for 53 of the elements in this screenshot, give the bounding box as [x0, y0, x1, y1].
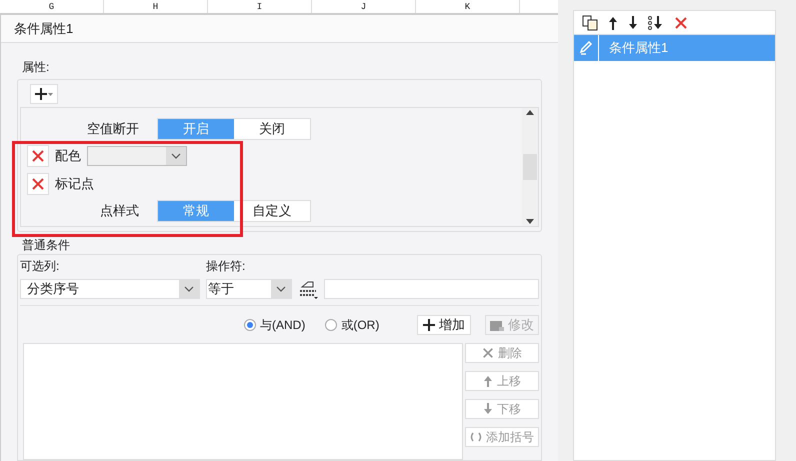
- dialog-title: 条件属性1: [14, 20, 74, 38]
- column-header: G: [0, 0, 104, 13]
- operator-dropdown[interactable]: 等于: [206, 279, 292, 299]
- column-header: H: [104, 0, 208, 13]
- close-icon: [674, 16, 688, 30]
- chevron-down-icon: [276, 286, 286, 292]
- brackets-icon: [470, 432, 482, 442]
- property-label: 标记点: [55, 175, 94, 194]
- scrollbar-thumb[interactable]: [523, 154, 537, 180]
- plus-icon: [423, 319, 435, 331]
- scroll-down-icon[interactable]: [526, 219, 534, 224]
- column-header: K: [416, 0, 520, 13]
- color-dropdown[interactable]: [87, 146, 187, 166]
- add-button[interactable]: [30, 84, 58, 104]
- logic-radio[interactable]: 与(AND): [244, 316, 306, 334]
- remove-button[interactable]: [27, 173, 49, 195]
- column-dropdown[interactable]: 分类序号: [20, 279, 200, 299]
- text-format-icon[interactable]: [298, 279, 318, 299]
- move-bottom-icon[interactable]: [648, 16, 664, 30]
- column-header: J: [312, 0, 416, 13]
- chevron-down-icon: [171, 153, 181, 159]
- close-icon: [31, 149, 45, 163]
- close-icon: [482, 347, 494, 359]
- toggle-option[interactable]: 常规: [158, 201, 234, 221]
- column-header: I: [208, 0, 312, 13]
- remove-button[interactable]: [27, 145, 49, 167]
- property-label: 配色: [55, 147, 81, 166]
- arrow-down-icon[interactable]: [628, 16, 638, 30]
- logic-radio[interactable]: 或(OR): [325, 316, 380, 334]
- toggle-option[interactable]: 自定义: [234, 201, 310, 221]
- list-item[interactable]: 条件属性1: [574, 35, 775, 61]
- arrow-up-icon[interactable]: [608, 16, 618, 30]
- value-input[interactable]: [324, 279, 539, 299]
- copy-icon[interactable]: [582, 14, 598, 30]
- section-legend: 属性:: [22, 60, 50, 74]
- plus-icon: [35, 88, 47, 100]
- scroll-up-icon[interactable]: [526, 110, 534, 115]
- toggle-option[interactable]: 关闭: [234, 119, 310, 139]
- arrow-down-icon: [483, 403, 493, 415]
- pencil-icon: [579, 41, 593, 55]
- list-item-label: 条件属性1: [609, 39, 668, 58]
- property-label: 空值断开: [86, 120, 140, 138]
- field-label: 可选列:: [20, 258, 60, 275]
- toggle-option[interactable]: 开启: [158, 119, 234, 139]
- section-legend: 普通条件: [22, 236, 542, 254]
- arrow-up-icon: [483, 375, 493, 387]
- scrollbar[interactable]: [522, 108, 538, 226]
- close-icon: [31, 177, 45, 191]
- add-condition-button[interactable]: 增加: [417, 315, 471, 335]
- property-label: 点样式: [99, 202, 140, 220]
- field-label: 操作符:: [206, 258, 246, 275]
- caret-icon: [48, 92, 53, 96]
- chevron-down-icon: [184, 286, 194, 292]
